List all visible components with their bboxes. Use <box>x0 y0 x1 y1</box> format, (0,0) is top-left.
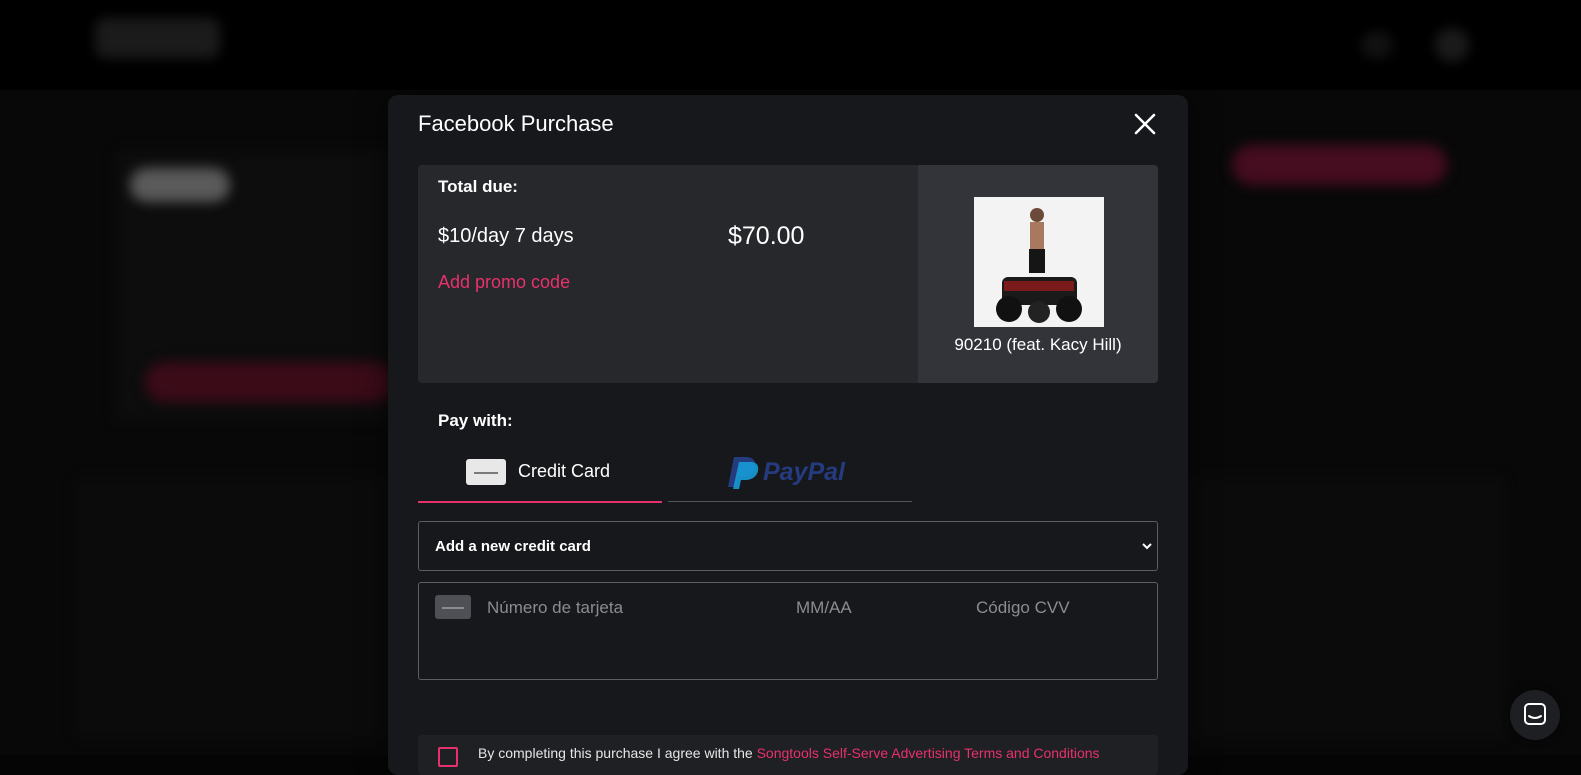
chat-icon <box>1524 703 1546 725</box>
credit-card-icon <box>435 595 471 619</box>
tab-paypal[interactable]: PayPal <box>668 445 912 502</box>
card-number-input[interactable]: Número de tarjeta <box>487 598 623 618</box>
plan-price: $70.00 <box>728 222 805 250</box>
plan-label: $10/day 7 days <box>438 225 574 247</box>
paypal-logo-text: PayPal <box>763 458 846 486</box>
card-details-box: Número de tarjeta MM/AA Código CVV <box>418 582 1158 680</box>
cvv-input[interactable]: Código CVV <box>976 598 1070 618</box>
paypal-logo-icon: PayPal <box>728 457 846 489</box>
order-summary: Total due: $10/day 7 days $70.00 Add pro… <box>418 165 1158 383</box>
chat-launcher-button[interactable] <box>1510 690 1560 740</box>
chevron-down-icon <box>1142 543 1152 550</box>
credit-card-select[interactable]: Add a new credit card <box>418 521 1158 571</box>
close-button[interactable] <box>1132 111 1158 137</box>
tab-credit-card[interactable]: Credit Card <box>418 445 662 503</box>
modal-title: Facebook Purchase <box>418 111 614 136</box>
terms-checkbox[interactable] <box>438 747 458 767</box>
credit-card-icon <box>466 459 506 485</box>
terms-text: By completing this purchase I agree with… <box>478 745 1100 761</box>
total-due-label: Total due: <box>438 177 518 196</box>
terms-agreement: By completing this purchase I agree with… <box>418 735 1158 775</box>
album-art-image <box>974 197 1104 327</box>
pay-with-label: Pay with: <box>438 411 513 430</box>
add-promo-code-link[interactable]: Add promo code <box>438 272 570 293</box>
terms-link[interactable]: Songtools Self-Serve Advertising Terms a… <box>757 745 1100 761</box>
order-details: Total due: $10/day 7 days $70.00 Add pro… <box>418 165 918 383</box>
credit-card-select-value: Add a new credit card <box>435 538 591 555</box>
close-icon <box>1134 113 1156 135</box>
purchase-modal: Facebook Purchase Total due: $10/day 7 d… <box>388 95 1188 775</box>
terms-prefix: By completing this purchase I agree with… <box>478 745 753 761</box>
expiry-input[interactable]: MM/AA <box>796 598 852 618</box>
track-title: 90210 (feat. Kacy Hill) <box>954 335 1122 354</box>
track-panel: 90210 (feat. Kacy Hill) <box>918 165 1158 383</box>
tab-credit-card-label: Credit Card <box>518 461 611 481</box>
